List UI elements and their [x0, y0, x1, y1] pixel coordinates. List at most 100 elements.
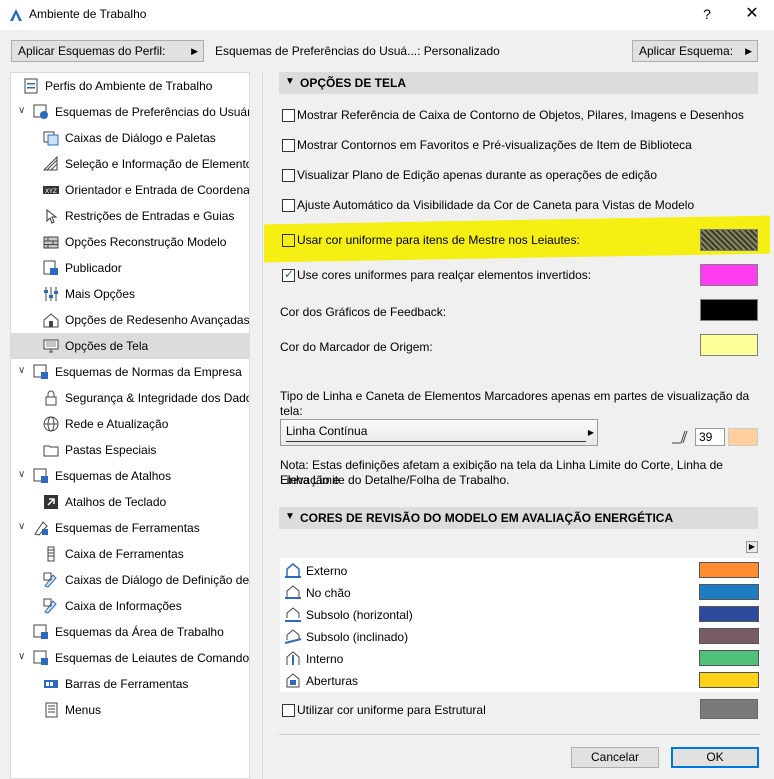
- title-bar: Ambiente de Trabalho ? ✕: [0, 0, 774, 30]
- monitor-icon: [43, 339, 59, 353]
- checkbox[interactable]: [282, 267, 295, 282]
- tree-item-model-rebuild[interactable]: Opções Reconstrução Modelo: [11, 229, 249, 255]
- checkbox[interactable]: [282, 704, 295, 717]
- energy-color-swatch[interactable]: [699, 606, 759, 622]
- tree-item-label: Atalhos de Teclado: [65, 495, 167, 509]
- play-arrow-button[interactable]: ▶: [746, 541, 758, 553]
- list-item-no-chao[interactable]: No chão: [280, 581, 760, 603]
- tree-item-network[interactable]: Rede e Atualização: [11, 411, 249, 437]
- apply-profile-schemes-button[interactable]: Aplicar Esquemas do Perfil: ▶: [11, 40, 204, 62]
- toolbar-icon: [44, 680, 58, 688]
- tree-item-label: Pastas Especiais: [65, 443, 157, 457]
- checkbox[interactable]: [282, 199, 295, 212]
- tree-item-label: Esquemas de Preferências do Usuário: [55, 105, 250, 119]
- chevron-down-icon[interactable]: ∨: [18, 651, 28, 663]
- tree-item-company-standards[interactable]: ∨ Esquemas de Normas da Empresa: [11, 359, 249, 385]
- tree-item-menus[interactable]: Menus: [11, 697, 249, 723]
- energy-color-swatch[interactable]: [699, 628, 759, 644]
- tree-item-tool-schemes[interactable]: ∨ Esquemas de Ferramentas: [11, 515, 249, 541]
- checkbox[interactable]: [282, 139, 295, 152]
- tree-item-keyboard-shortcuts[interactable]: Atalhos de Teclado: [11, 489, 249, 515]
- tree-item-label: Esquemas de Atalhos: [55, 469, 172, 483]
- window-title: Ambiente de Trabalho: [29, 7, 147, 21]
- tree-item-dialogs-palettes[interactable]: Caixas de Diálogo e Paletas: [11, 125, 249, 151]
- tree-item-label: Seleção e Informação de Elemento: [65, 157, 250, 171]
- tool-settings-icon: [43, 572, 57, 588]
- line-type-popup[interactable]: Linha Contínua ▶: [280, 419, 598, 446]
- tree-item-label: Mais Opções: [65, 287, 136, 301]
- origin-marker-swatch[interactable]: [700, 334, 758, 356]
- play-arrow-icon: ▶: [745, 46, 752, 56]
- shortcuts-icon: [33, 468, 48, 483]
- section-header-energy[interactable]: ▼ CORES DE REVISÃO DO MODELO EM AVALIAÇÃ…: [279, 507, 758, 529]
- energy-label: No chão: [306, 586, 351, 600]
- energy-color-swatch[interactable]: [699, 584, 759, 600]
- tree-item-label: Restrições de Entradas e Guias: [65, 209, 235, 223]
- solid-line-preview: [286, 441, 586, 442]
- command-layout-icon: [33, 650, 48, 665]
- line-type-label: Linha Contínua: [286, 424, 368, 438]
- help-button[interactable]: ?: [695, 4, 719, 24]
- tree-item-label: Caixa de Informações: [65, 599, 182, 613]
- checkbox[interactable]: [282, 234, 295, 247]
- tree-item-label: Esquemas de Leiautes de Comandos: [55, 651, 250, 665]
- energy-label: Subsolo (horizontal): [306, 608, 413, 622]
- energy-color-swatch[interactable]: [699, 650, 759, 666]
- tree-item-special-folders[interactable]: Pastas Especiais: [11, 437, 249, 463]
- tree-item-input-constraints[interactable]: Restrições de Entradas e Guias: [11, 203, 249, 229]
- apply-scheme-button[interactable]: Aplicar Esquema: ▶: [632, 40, 758, 62]
- tree-item-label: Segurança & Integridade dos Dados: [65, 391, 250, 405]
- chevron-down-icon[interactable]: ∨: [18, 365, 28, 377]
- pen-color-swatch[interactable]: [728, 428, 758, 446]
- option-label: Use cores uniformes para realçar element…: [297, 268, 592, 282]
- tree-item-security[interactable]: Segurança & Integridade dos Dados: [11, 385, 250, 411]
- list-item-externo[interactable]: Externo: [280, 559, 760, 581]
- house-icon: [43, 313, 59, 328]
- tree-item-selection-info[interactable]: Seleção e Informação de Elemento: [11, 151, 250, 177]
- tree-item-workspace[interactable]: Esquemas da Área de Trabalho: [11, 619, 249, 645]
- inverted-color-swatch[interactable]: [700, 264, 758, 286]
- apply-profile-schemes-label: Aplicar Esquemas do Perfil:: [18, 44, 166, 58]
- energy-color-swatch[interactable]: [699, 562, 759, 578]
- tree-item-label: Publicador: [65, 261, 122, 275]
- internal-surface-icon: [286, 651, 300, 665]
- tree-item-advanced-redraw[interactable]: Opções de Redesenho Avançadas: [11, 307, 249, 333]
- energy-color-swatch[interactable]: [699, 672, 759, 688]
- checkbox[interactable]: [282, 169, 295, 182]
- chevron-down-icon[interactable]: ∨: [18, 469, 28, 481]
- checkbox[interactable]: [282, 109, 295, 122]
- feedback-color-swatch[interactable]: [700, 299, 758, 321]
- list-item-subsolo-inclinado[interactable]: Subsolo (inclinado): [280, 625, 760, 647]
- tree-item-screen-options[interactable]: Opções de Tela: [11, 333, 249, 359]
- toolbox-icon: [47, 546, 55, 562]
- energy-label: Externo: [306, 564, 348, 578]
- tree-item-profiles[interactable]: Perfis do Ambiente de Trabalho: [11, 73, 249, 99]
- energy-color-list: Externo No chão Subsolo (horizontal) Sub…: [280, 558, 760, 692]
- tree-item-toolbox[interactable]: Caixa de Ferramentas: [11, 541, 249, 567]
- master-color-swatch[interactable]: [700, 229, 758, 251]
- energy-label: Subsolo (inclinado): [306, 630, 409, 644]
- cancel-button[interactable]: Cancelar: [571, 747, 659, 768]
- section-header-screen-options[interactable]: ▼ OPÇÕES DE TELA: [279, 72, 758, 94]
- panel-divider[interactable]: [262, 72, 263, 779]
- tree-item-shortcut-schemes[interactable]: ∨ Esquemas de Atalhos: [11, 463, 249, 489]
- ok-button[interactable]: OK: [671, 747, 759, 768]
- close-button[interactable]: ✕: [740, 4, 764, 24]
- list-item-aberturas[interactable]: Aberturas: [280, 669, 760, 691]
- pen-number-input[interactable]: 39: [695, 428, 725, 446]
- tree-item-toolbars[interactable]: Barras de Ferramentas: [11, 671, 249, 697]
- tree-item-coordinate-input[interactable]: XYZ Orientador e Entrada de Coordenad: [11, 177, 249, 203]
- settings-tree[interactable]: Perfis do Ambiente de Trabalho ∨ Esquema…: [10, 72, 250, 779]
- tree-item-publisher[interactable]: Publicador: [11, 255, 249, 281]
- tree-item-tool-settings[interactable]: Caixas de Diálogo de Definição de F: [11, 567, 249, 593]
- tree-item-label: Barras de Ferramentas: [65, 677, 189, 691]
- tree-item-command-layouts[interactable]: ∨ Esquemas de Leiautes de Comandos: [11, 645, 250, 671]
- tree-item-more-options[interactable]: Mais Opções: [11, 281, 249, 307]
- tree-item-user-preferences[interactable]: ∨ Esquemas de Preferências do Usuário: [11, 99, 250, 125]
- structural-color-swatch[interactable]: [700, 699, 758, 719]
- chevron-down-icon[interactable]: ∨: [18, 105, 28, 117]
- chevron-down-icon[interactable]: ∨: [18, 521, 28, 533]
- tree-item-info-box[interactable]: Caixa de Informações: [11, 593, 249, 619]
- list-item-interno[interactable]: Interno: [280, 647, 760, 669]
- list-item-subsolo-horizontal[interactable]: Subsolo (horizontal): [280, 603, 760, 625]
